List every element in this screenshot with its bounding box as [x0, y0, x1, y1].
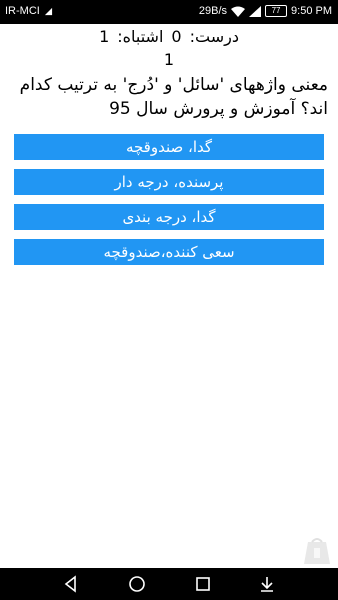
app-store-watermark-icon: [300, 538, 334, 568]
score-row: درست: 0 اشتباه: 1: [0, 26, 338, 48]
question-number: 1: [163, 50, 175, 69]
answer-option-4[interactable]: سعی کننده،صندوقچه: [14, 239, 324, 265]
back-icon[interactable]: [61, 574, 81, 594]
answer-option-1[interactable]: گدا، صندوقچه: [14, 134, 324, 160]
signal-icon: [249, 5, 262, 17]
question-text: معنی واژههای 'سائل' و 'دُرج' به ترتیب کد…: [19, 75, 328, 119]
answer-list: گدا، صندوقچه پرسنده، درجه دار گدا، درجه …: [14, 134, 324, 274]
wrong-label: اشتباه:: [117, 27, 164, 46]
answer-option-3[interactable]: گدا، درجه بندی: [14, 204, 324, 230]
navigation-bar: [0, 568, 338, 600]
wrong-value: 1: [99, 27, 110, 46]
download-icon[interactable]: [257, 574, 277, 594]
status-right: 29B/s 77 9:50 PM: [195, 5, 332, 17]
battery-icon: 77: [265, 5, 288, 17]
home-icon[interactable]: [127, 574, 147, 594]
recents-icon[interactable]: [193, 574, 213, 594]
data-saver-icon: [44, 7, 53, 16]
network-speed: 29B/s: [198, 5, 228, 17]
carrier-label: IR-MCI: [5, 5, 40, 17]
correct-value: 0: [171, 27, 182, 46]
status-left: IR-MCI: [5, 5, 53, 17]
correct-label: درست:: [189, 27, 239, 46]
status-bar: IR-MCI 29B/s 77 9:50 PM: [0, 0, 338, 24]
wifi-icon: [231, 6, 246, 17]
clock: 9:50 PM: [291, 5, 332, 17]
answer-option-2[interactable]: پرسنده، درجه دار: [14, 169, 324, 195]
